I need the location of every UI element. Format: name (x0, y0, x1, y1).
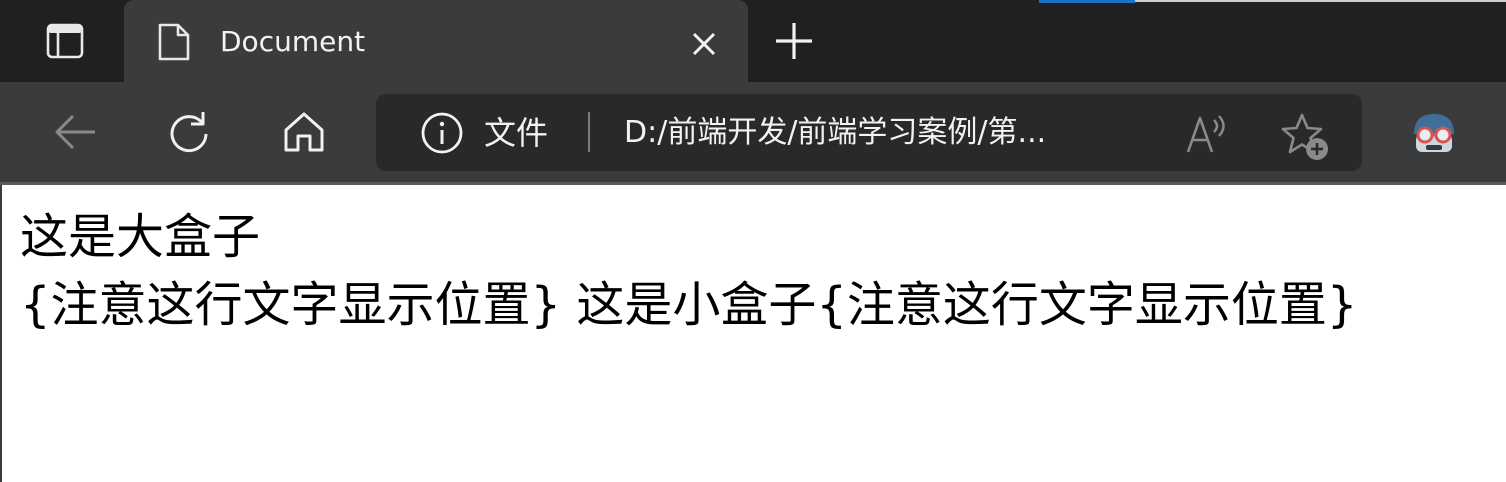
site-info-label: 文件 (484, 114, 549, 152)
address-divider (588, 112, 590, 152)
small-box-text-line: {注意这行文字显示位置} 这是小盒子{注意这行文字显示位置} (20, 277, 1358, 333)
window-edge-line (1135, 0, 1506, 2)
tab-title: Document (220, 25, 366, 58)
info-icon (421, 112, 463, 154)
refresh-icon[interactable] (165, 108, 213, 156)
active-window-accent (1039, 0, 1135, 3)
star-add-icon[interactable] (1278, 110, 1330, 162)
tab-document[interactable]: Document (124, 0, 748, 82)
tab-actions-icon (46, 23, 84, 59)
new-tab-button[interactable] (770, 17, 818, 65)
tab-strip: Document (0, 0, 1506, 82)
site-info-button[interactable]: 文件 (420, 110, 548, 156)
big-box-text: 这是大盒子 (20, 209, 261, 265)
profile-avatar-icon[interactable] (1408, 110, 1460, 156)
read-aloud-icon[interactable] (1184, 110, 1232, 158)
document-icon (158, 23, 190, 61)
url-text[interactable]: D:/前端开发/前端学习案例/第... (624, 110, 1134, 156)
back-arrow-icon[interactable] (51, 108, 99, 156)
browser-window: Document 文件 D:/前端开发/前端学习案例/第... 这是大盒子 {注… (0, 0, 1506, 482)
plus-icon (776, 23, 812, 59)
address-bar[interactable]: 文件 D:/前端开发/前端学习案例/第... (376, 94, 1362, 171)
tab-actions-button[interactable] (22, 17, 108, 65)
close-icon[interactable] (686, 26, 722, 62)
navigation-toolbar: 文件 D:/前端开发/前端学习案例/第... (0, 82, 1506, 182)
home-icon[interactable] (280, 108, 328, 156)
page-viewport: 这是大盒子 {注意这行文字显示位置} 这是小盒子{注意这行文字显示位置} (0, 185, 1506, 482)
